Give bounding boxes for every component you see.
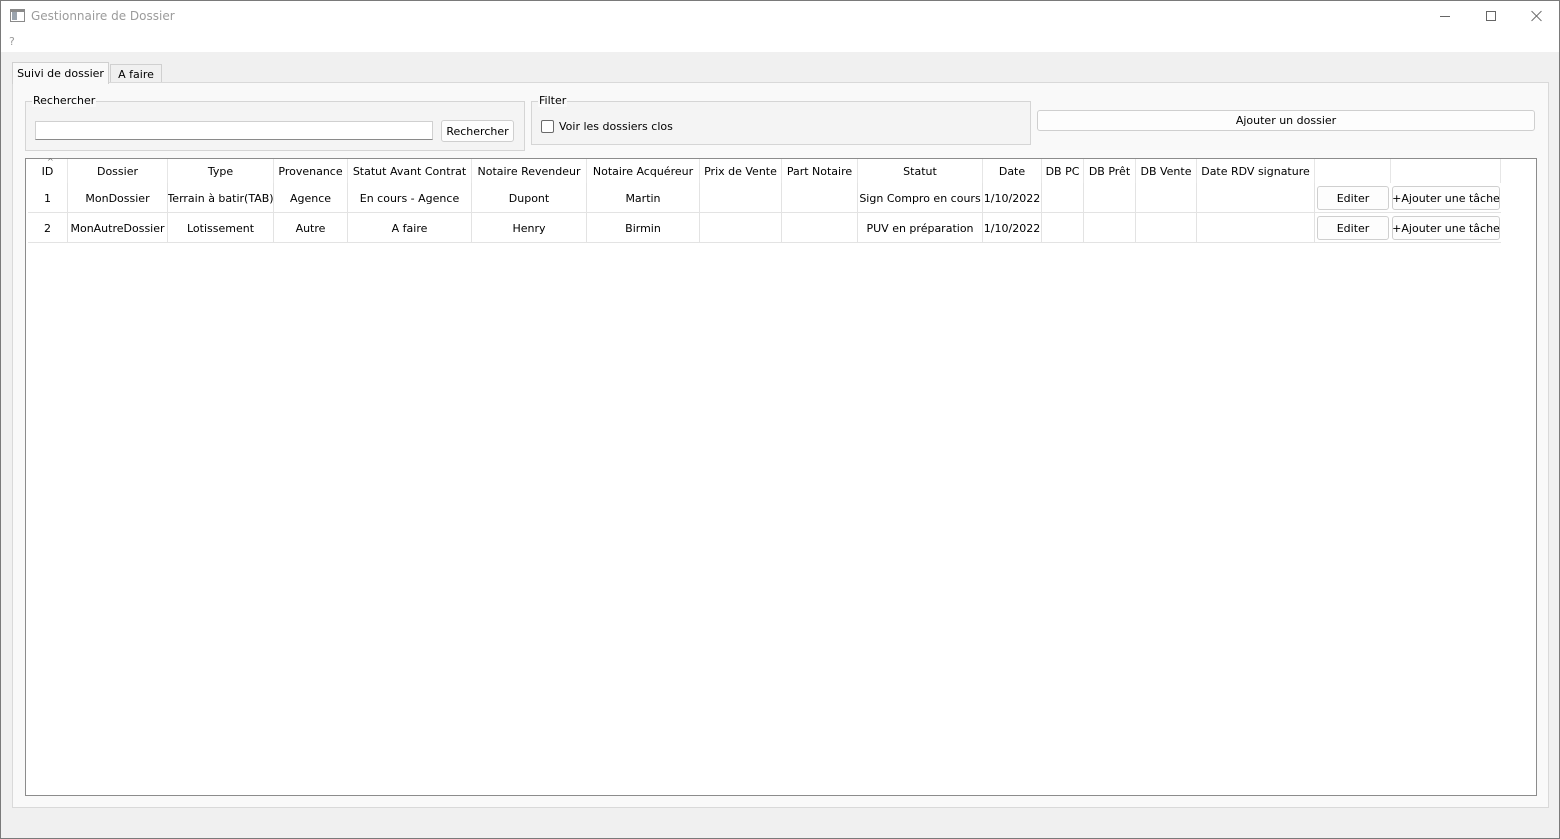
add-task-button[interactable]: +Ajouter une tâche	[1392, 186, 1500, 210]
table-cell[interactable]: PUV en préparation	[858, 213, 983, 243]
column-header[interactable]: Date RDV signature	[1197, 159, 1315, 183]
table-cell[interactable]	[700, 183, 782, 213]
column-header[interactable]: Type	[168, 159, 274, 183]
table-cell[interactable]: Birmin	[587, 213, 700, 243]
maximize-icon	[1486, 11, 1496, 21]
search-group-title: Rechercher	[32, 94, 97, 107]
column-header[interactable]: Provenance	[274, 159, 348, 183]
table-cell[interactable]: MonAutreDossier	[68, 213, 168, 243]
tab-a-faire[interactable]: A faire	[110, 64, 162, 83]
column-header[interactable]: Dossier	[68, 159, 168, 183]
row-divider	[28, 242, 1501, 243]
app-window: Gestionnaire de Dossier ? Suivi de dossi…	[0, 0, 1560, 839]
table-cell[interactable]	[1042, 183, 1084, 213]
column-header[interactable]: Statut Avant Contrat	[348, 159, 472, 183]
table-cell[interactable]: Lotissement	[168, 213, 274, 243]
edit-button[interactable]: Editer	[1317, 186, 1389, 210]
column-header[interactable]: DB Vente	[1136, 159, 1197, 183]
column-header[interactable]: Notaire Acquéreur	[587, 159, 700, 183]
column-header[interactable]: DB Prêt	[1084, 159, 1136, 183]
table-cell[interactable]: A faire	[348, 213, 472, 243]
add-task-button[interactable]: +Ajouter une tâche	[1392, 216, 1500, 240]
table-cell[interactable]	[1084, 213, 1136, 243]
filter-group-title: Filter	[538, 94, 568, 107]
table-cell[interactable]	[1084, 183, 1136, 213]
window-title: Gestionnaire de Dossier	[31, 9, 175, 23]
column-header[interactable]: Date	[983, 159, 1042, 183]
tab-suivi-de-dossier[interactable]: Suivi de dossier	[12, 62, 109, 84]
table-cell[interactable]: 1/10/2022	[983, 213, 1042, 243]
table-cell[interactable]: Agence	[274, 183, 348, 213]
table-cell[interactable]: Henry	[472, 213, 587, 243]
table-cell[interactable]	[782, 183, 858, 213]
maximize-button[interactable]	[1468, 1, 1514, 31]
dossier-table: ID Dossier Type Provenance Statut Avant Cont…	[25, 157, 1537, 796]
close-button[interactable]	[1514, 1, 1560, 31]
show-closed-checkbox[interactable]	[541, 120, 554, 133]
app-icon	[10, 9, 25, 22]
tab-pane-suivi: Rechercher Rechercher Filter Voir les do…	[12, 82, 1549, 808]
menu-bar: ?	[1, 31, 1559, 52]
table-cell[interactable]: 1	[28, 183, 68, 213]
column-header[interactable]: Prix de Vente	[700, 159, 782, 183]
table-cell[interactable]: Autre	[274, 213, 348, 243]
column-header[interactable]: Statut	[858, 159, 983, 183]
table-cell[interactable]	[700, 213, 782, 243]
table-cell[interactable]: 2	[28, 213, 68, 243]
title-bar: Gestionnaire de Dossier	[1, 1, 1559, 31]
table-cell[interactable]	[1136, 213, 1197, 243]
edit-button[interactable]: Editer	[1317, 216, 1389, 240]
table-cell[interactable]	[782, 213, 858, 243]
sort-ascending-icon: ^	[47, 157, 54, 166]
table-cell[interactable]	[1197, 183, 1315, 213]
search-button[interactable]: Rechercher	[441, 120, 514, 142]
show-closed-label[interactable]: Voir les dossiers clos	[559, 120, 673, 133]
column-header[interactable]	[1391, 159, 1501, 183]
search-group: Rechercher Rechercher	[25, 94, 525, 151]
close-icon	[1531, 10, 1543, 22]
search-input[interactable]	[35, 121, 433, 140]
minimize-button[interactable]	[1422, 1, 1468, 31]
filter-group: Filter Voir les dossiers clos	[531, 94, 1031, 145]
column-header[interactable]	[1315, 159, 1391, 183]
table-canvas: ID Dossier Type Provenance Statut Avant Cont…	[28, 157, 1501, 243]
column-header[interactable]: Part Notaire	[782, 159, 858, 183]
table-cell[interactable]	[1136, 183, 1197, 213]
table-cell[interactable]: 1/10/2022	[983, 183, 1042, 213]
column-header[interactable]: Notaire Revendeur	[472, 159, 587, 183]
table-cell[interactable]	[1197, 213, 1315, 243]
table-cell[interactable]: Terrain à batir(TAB)	[168, 183, 274, 213]
table-cell[interactable]: Martin	[587, 183, 700, 213]
table-cell[interactable]: MonDossier	[68, 183, 168, 213]
minimize-icon	[1440, 15, 1450, 17]
table-cell[interactable]: Sign Compro en cours	[858, 183, 983, 213]
table-cell[interactable]: Dupont	[472, 183, 587, 213]
table-cell[interactable]	[1042, 213, 1084, 243]
add-dossier-button[interactable]: Ajouter un dossier	[1037, 110, 1535, 131]
menu-help[interactable]: ?	[9, 35, 15, 48]
column-header[interactable]: DB PC	[1042, 159, 1084, 183]
table-cell[interactable]: En cours - Agence	[348, 183, 472, 213]
